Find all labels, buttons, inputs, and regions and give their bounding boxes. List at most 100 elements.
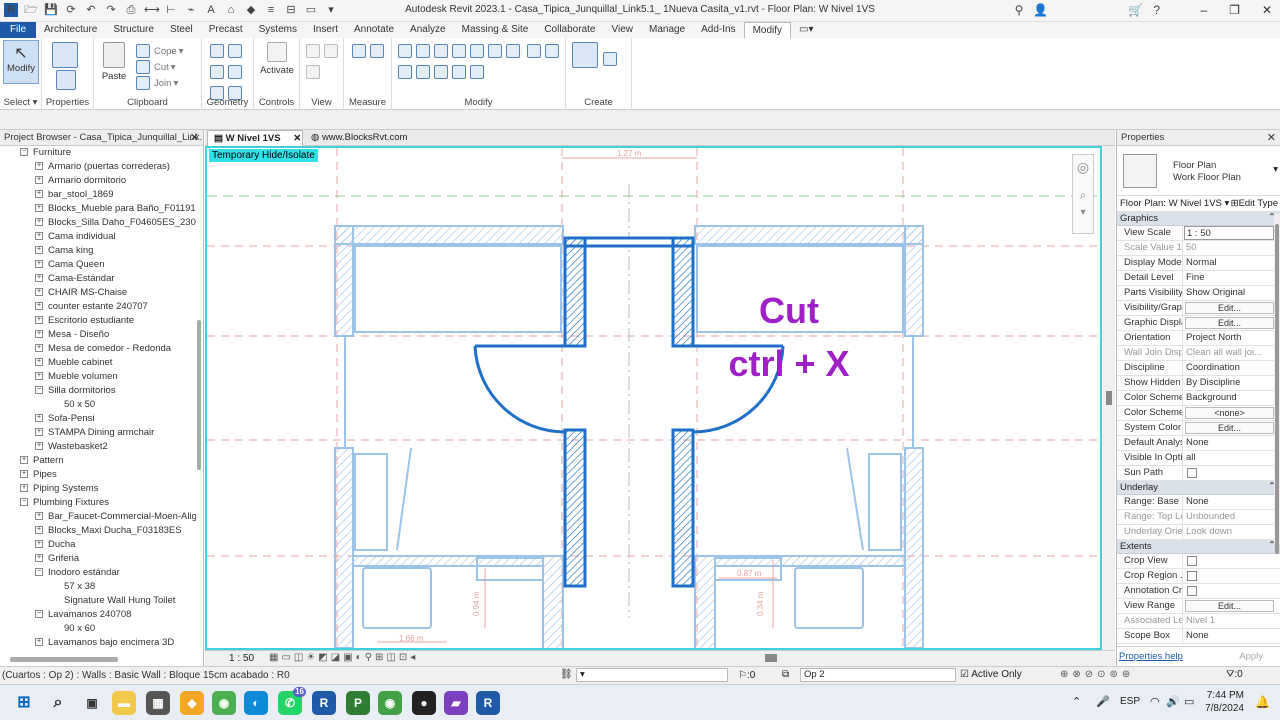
expand-icon[interactable]: + <box>20 456 28 465</box>
property-value[interactable]: Edit... <box>1183 599 1280 613</box>
project-icon[interactable]: P <box>346 691 370 715</box>
properties-help-link[interactable]: Properties help <box>1119 651 1183 662</box>
tab-collaborate[interactable]: Collaborate <box>536 22 603 38</box>
browser-tree-item[interactable]: 50 x 50 <box>0 398 196 412</box>
browser-tree-item[interactable]: + Wastebasket2 <box>0 440 196 454</box>
expand-icon[interactable]: + <box>35 554 43 563</box>
properties-section-header[interactable]: Graphics ⌃ <box>1117 212 1280 226</box>
paint-icon[interactable] <box>228 65 242 79</box>
property-value[interactable]: None <box>1183 495 1280 509</box>
tab-precast[interactable]: Precast <box>201 22 251 38</box>
collapse-icon[interactable]: − <box>20 148 28 157</box>
tab-view-blocksrvt[interactable]: ◍ www.BlocksRvt.com <box>305 130 413 146</box>
wifi-icon[interactable]: ◠ <box>1150 695 1160 708</box>
browser-tree-item[interactable]: + Mueble cabinet <box>0 356 196 370</box>
design-option-combo[interactable]: Op 2 <box>800 668 956 682</box>
tab-steel[interactable]: Steel <box>162 22 201 38</box>
browser-tree-item[interactable]: + CHAIR MS-Chaise <box>0 286 196 300</box>
browser-tree-item[interactable]: + counter estante 240707 <box>0 300 196 314</box>
help-icon[interactable]: ? <box>1153 3 1160 17</box>
expand-icon[interactable]: + <box>35 638 43 647</box>
expand-icon[interactable]: + <box>35 330 43 339</box>
expand-icon[interactable]: + <box>35 316 43 325</box>
geometry-join-icon[interactable] <box>228 44 242 58</box>
selection-toggle-icons[interactable]: ⊕⊗⊘⊙⊚⊛ <box>1060 669 1134 680</box>
align-icon[interactable] <box>398 44 412 58</box>
expand-icon[interactable]: + <box>35 246 43 255</box>
browser-tree-item[interactable]: + Blocks_Maxi Ducha_F03183ES <box>0 524 196 538</box>
browser-tree-item[interactable]: + Blocks_Silla Daho_F04605ES_23070 <box>0 216 196 230</box>
browser-tree-item[interactable]: − Furniture <box>0 146 196 160</box>
system-clock[interactable]: 7:44 PM 7/8/2024 <box>1205 689 1244 715</box>
browser-tree-item[interactable]: − Inodoro estándar <box>0 566 196 580</box>
expand-icon[interactable]: + <box>35 512 43 521</box>
property-checkbox[interactable] <box>1187 571 1197 581</box>
expand-icon[interactable]: + <box>20 484 28 493</box>
browser-tree-item[interactable]: + Blocks_Mueble para Baño_F01191ES <box>0 202 196 216</box>
tab-view[interactable]: View <box>603 22 641 38</box>
tab-architecture[interactable]: Architecture <box>36 22 105 38</box>
tab-massing-site[interactable]: Massing & Site <box>454 22 537 38</box>
trim-extend-icon[interactable] <box>416 65 430 79</box>
tab-view-w-nivel-1vs[interactable]: ▤ W Nivel 1VS ✕ <box>207 130 303 146</box>
expand-icon[interactable]: + <box>35 288 43 297</box>
browser-scrollbar[interactable] <box>197 320 201 470</box>
tab-structure[interactable]: Structure <box>105 22 162 38</box>
file-explorer-icon[interactable]: ▬ <box>112 691 136 715</box>
type-selector[interactable]: Floor Plan Work Floor Plan ▾ <box>1117 146 1280 196</box>
property-value[interactable]: None <box>1183 629 1280 643</box>
property-checkbox[interactable] <box>1187 468 1197 478</box>
expand-icon[interactable]: + <box>35 428 43 437</box>
geometry-cut-icon[interactable] <box>210 44 224 58</box>
view-scale[interactable]: 1 : 50 <box>229 653 254 664</box>
join-button[interactable]: Join ▾ <box>134 74 178 92</box>
paste-button[interactable]: Paste <box>98 42 130 82</box>
expand-icon[interactable]: + <box>35 372 43 381</box>
browser-tree-item[interactable]: + Escritorio estudiante <box>0 314 196 328</box>
property-value[interactable]: Edit... <box>1183 421 1280 435</box>
type-properties-button[interactable] <box>56 70 76 93</box>
tab-manage[interactable]: Manage <box>641 22 693 38</box>
browser-tree-item[interactable]: + Pattern <box>0 454 196 468</box>
property-value[interactable]: <none> <box>1183 406 1280 420</box>
edit-type-button[interactable]: ⊞Edit Type <box>1231 198 1278 209</box>
browser-tree-item[interactable]: + STAMPA Dining armchair <box>0 426 196 440</box>
property-value[interactable]: all <box>1183 451 1280 465</box>
design-options-icon[interactable]: ⧉ <box>782 669 789 680</box>
property-value[interactable]: None <box>1183 436 1280 450</box>
volume-icon[interactable]: 🔊 <box>1166 695 1180 708</box>
properties-section-header[interactable]: Underlay ⌃ <box>1117 481 1280 495</box>
browser-tree-item[interactable]: − Silla dormitorios <box>0 384 196 398</box>
browser-tree-item[interactable]: 90 x 60 <box>0 622 196 636</box>
instance-selector[interactable]: Floor Plan: W Nivel 1VS ▾ ⊞Edit Type <box>1117 196 1280 212</box>
expand-icon[interactable]: + <box>35 232 43 241</box>
task-view-icon[interactable]: ▣ <box>80 691 104 715</box>
expand-icon[interactable]: + <box>35 526 43 535</box>
properties-scroll-thumb[interactable] <box>1275 224 1279 554</box>
tab-add-ins[interactable]: Add-Ins <box>693 22 743 38</box>
drawing-canvas[interactable]: Temporary Hide/Isolate ◎ ⌕ ▾ 1.27 m 0.87… <box>205 146 1102 650</box>
expand-icon[interactable]: + <box>35 218 43 227</box>
properties-scrollbar[interactable] <box>1274 214 1280 554</box>
browser-tree-item[interactable]: + Bar_Faucet-Commercial-Moen-Align <box>0 510 196 524</box>
expand-icon[interactable]: + <box>35 344 43 353</box>
chrome-icon[interactable]: ◉ <box>212 691 236 715</box>
browser-tree-item[interactable]: 57 x 38 <box>0 580 196 594</box>
property-value[interactable] <box>1183 584 1280 598</box>
edit-button[interactable]: Edit... <box>1185 317 1274 329</box>
browser-tree-item[interactable]: + Armario (puertas correderas) <box>0 160 196 174</box>
trim-icon[interactable] <box>488 44 502 58</box>
edit-button[interactable]: Edit... <box>1185 600 1274 612</box>
split-face-icon[interactable] <box>210 65 224 79</box>
revit-taskbar-icon[interactable]: R <box>312 691 336 715</box>
expand-icon[interactable]: + <box>20 470 28 479</box>
browser-tree-item[interactable]: + Armario dormitorio <box>0 174 196 188</box>
measure-between-icon[interactable] <box>352 44 366 58</box>
browser-tree-item[interactable]: + Mesa - Diseño <box>0 328 196 342</box>
browser-tree-item[interactable]: + Piping Systems <box>0 482 196 496</box>
tab-systems[interactable]: Systems <box>251 22 305 38</box>
browser-tree-item[interactable]: + Cama Queen <box>0 258 196 272</box>
active-only-checkbox[interactable]: ☑ Active Only <box>960 669 1022 680</box>
browser-tree-item[interactable]: + Lavamanos bajo encimera 3D <box>0 636 196 650</box>
property-value[interactable] <box>1183 569 1280 583</box>
